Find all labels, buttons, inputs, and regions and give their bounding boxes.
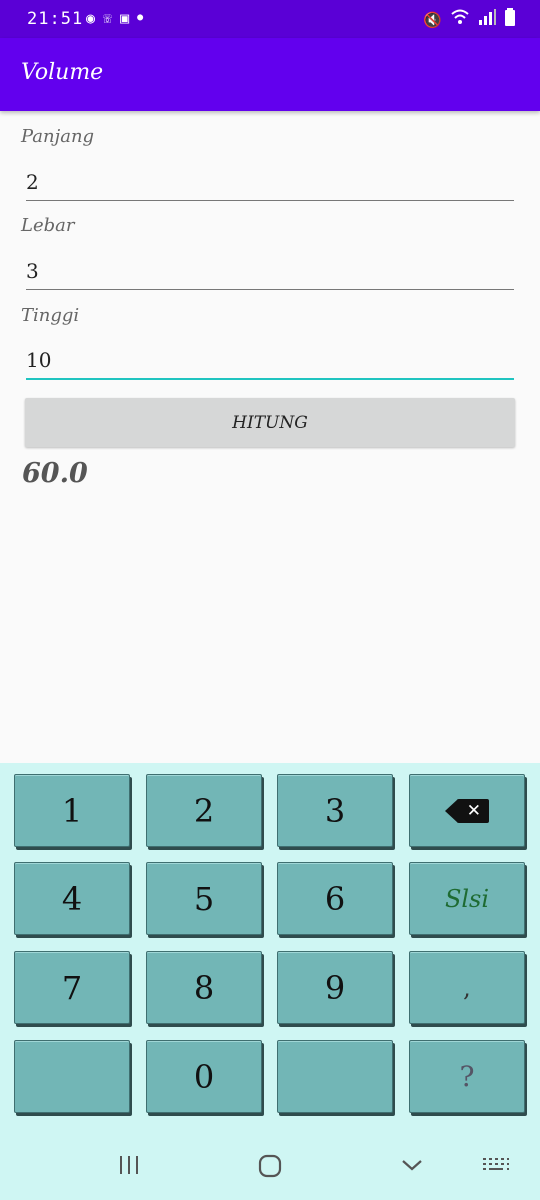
backspace-key[interactable]: ✕	[409, 774, 525, 847]
home-icon[interactable]	[258, 1154, 282, 1182]
backspace-icon: ✕	[445, 798, 489, 823]
record-icon: ◉	[86, 9, 96, 27]
key-comma[interactable]: ,	[409, 951, 525, 1024]
wifi-icon	[450, 8, 470, 31]
battery-icon	[504, 8, 516, 31]
status-left-icons: ◉ ☏ ▣ ●	[86, 8, 143, 28]
app-title: Volume	[21, 60, 104, 85]
battery-saver-icon: ▣	[120, 9, 130, 27]
status-right-icons: 🔇	[423, 8, 516, 31]
back-icon[interactable]	[400, 1154, 424, 1180]
key-0[interactable]: 0	[146, 1040, 262, 1113]
lebar-input[interactable]	[26, 253, 514, 290]
done-key[interactable]: Slsi	[409, 862, 525, 935]
key-question[interactable]: ?	[409, 1040, 525, 1113]
tinggi-label: Tinggi	[21, 305, 80, 326]
status-time: 21:51	[27, 9, 84, 29]
keyboard-switch-icon[interactable]	[482, 1154, 510, 1180]
key-9[interactable]: 9	[277, 951, 393, 1024]
key-1[interactable]: 1	[14, 774, 130, 847]
key-blank-right[interactable]	[277, 1040, 393, 1113]
dot-icon: ●	[137, 12, 144, 23]
panjang-input[interactable]	[26, 164, 514, 201]
key-7[interactable]: 7	[14, 951, 130, 1024]
key-4[interactable]: 4	[14, 862, 130, 935]
panjang-label: Panjang	[21, 126, 95, 147]
app-bar: Volume	[0, 38, 540, 111]
tinggi-input[interactable]	[26, 342, 514, 380]
key-8[interactable]: 8	[146, 951, 262, 1024]
key-blank-left[interactable]	[14, 1040, 130, 1113]
mute-icon: 🔇	[423, 10, 442, 29]
nav-bar	[0, 1140, 540, 1200]
status-bar: 21:51 ◉ ☏ ▣ ● 🔇	[0, 0, 540, 38]
whatsapp-icon: ☏	[103, 9, 113, 27]
numeric-keyboard: 1 2 3 ✕ 4 5 6 Slsi 7 8 9 , 0 ?	[0, 763, 540, 1200]
signal-icon	[478, 9, 496, 30]
recent-apps-icon[interactable]	[118, 1154, 140, 1180]
key-5[interactable]: 5	[146, 862, 262, 935]
result-text: 60.0	[22, 458, 88, 489]
lebar-label: Lebar	[21, 215, 75, 236]
key-6[interactable]: 6	[277, 862, 393, 935]
hitung-button[interactable]: HITUNG	[25, 398, 515, 447]
key-2[interactable]: 2	[146, 774, 262, 847]
key-3[interactable]: 3	[277, 774, 393, 847]
